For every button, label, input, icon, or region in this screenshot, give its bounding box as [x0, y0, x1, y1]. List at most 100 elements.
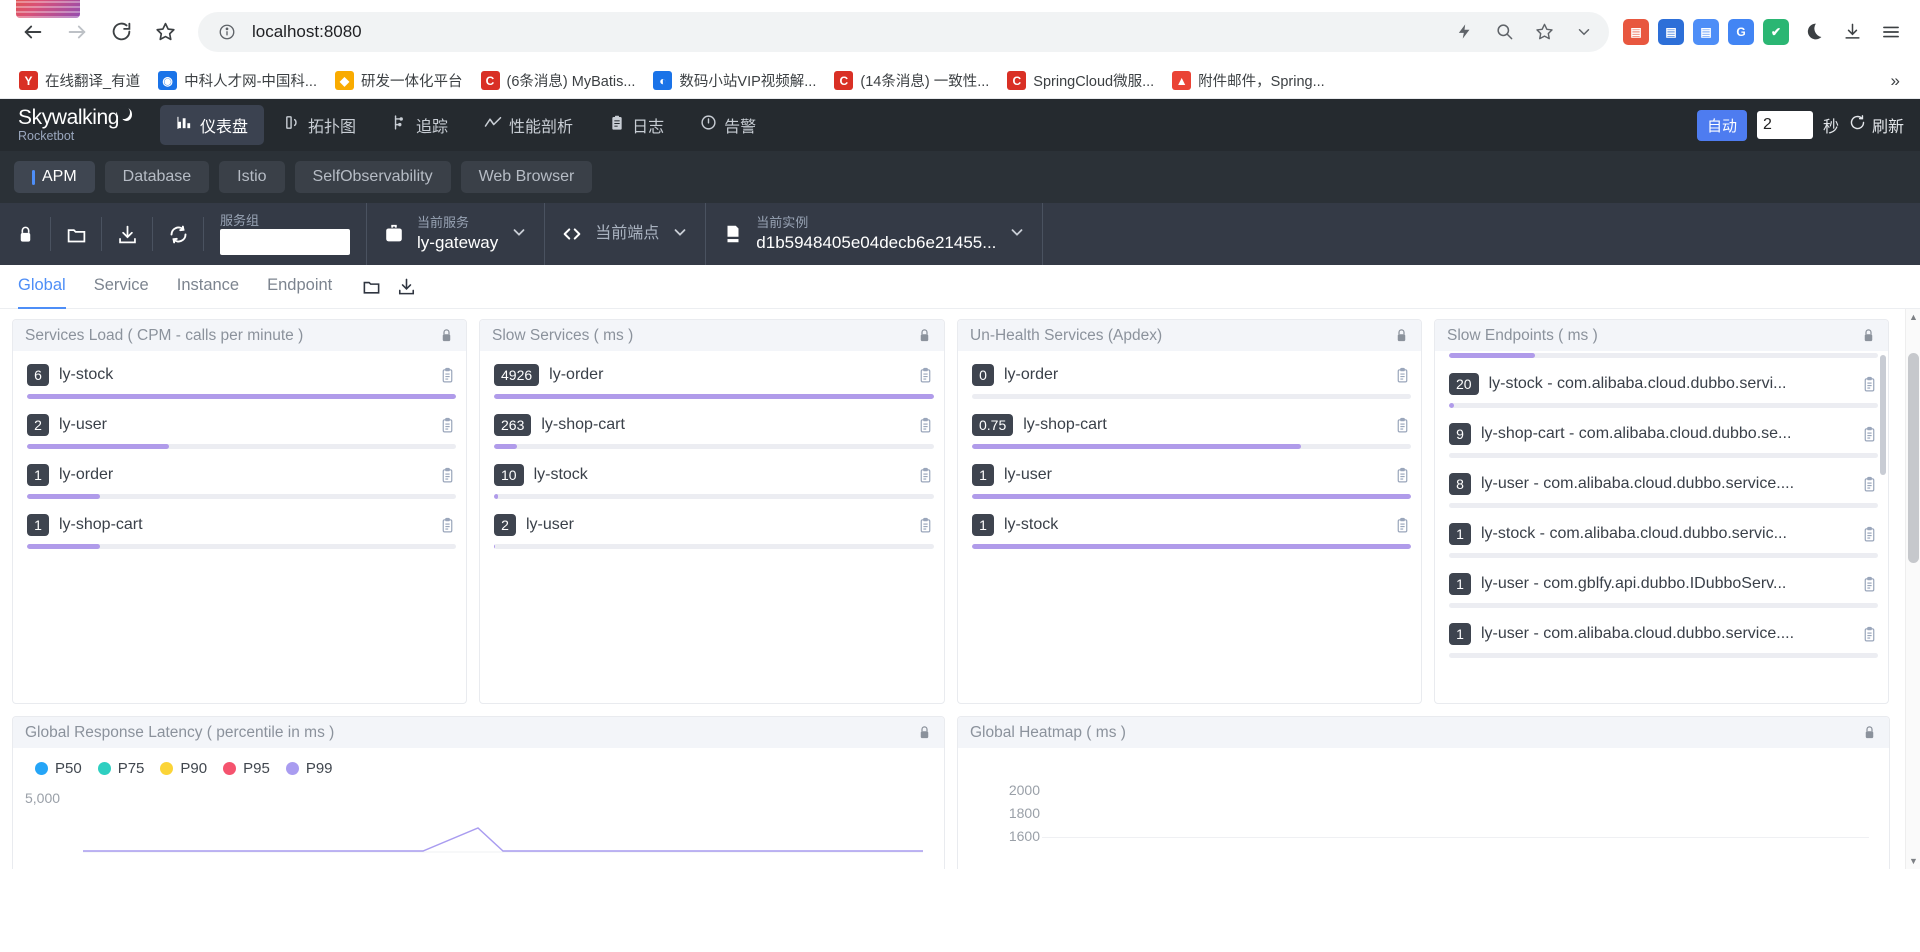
star-icon[interactable]: [1529, 17, 1559, 47]
service-group-input[interactable]: [220, 229, 350, 256]
list-item[interactable]: 2 ly-user: [27, 412, 456, 449]
reload-button[interactable]: [102, 13, 140, 51]
clipboard-copy-icon[interactable]: [439, 517, 456, 534]
lock-button[interactable]: [0, 203, 50, 265]
page-scrollbar[interactable]: ▲ ▼: [1905, 309, 1920, 869]
info-circle-icon[interactable]: [212, 17, 242, 47]
list-item[interactable]: 1 ly-stock: [972, 512, 1411, 549]
legend-item-p50[interactable]: P50: [35, 760, 82, 777]
download-icon[interactable]: [397, 277, 416, 296]
scope-tab-service[interactable]: Service: [94, 276, 149, 297]
refresh-interval-input[interactable]: [1756, 111, 1813, 139]
list-item[interactable]: 0.75 ly-shop-cart: [972, 412, 1411, 449]
clipboard-copy-icon[interactable]: [917, 367, 934, 384]
clipboard-copy-icon[interactable]: [1861, 526, 1878, 543]
tab-selfobservability[interactable]: SelfObservability: [294, 161, 451, 193]
clipboard-copy-icon[interactable]: [1394, 367, 1411, 384]
current-endpoint-selector[interactable]: 当前端点: [545, 203, 707, 265]
list-item[interactable]: 1 ly-user: [972, 462, 1411, 499]
lock-icon[interactable]: [917, 725, 932, 740]
tab-istio[interactable]: Istio: [219, 161, 285, 193]
list-item-clipped[interactable]: [1449, 351, 1878, 358]
clipboard-copy-icon[interactable]: [1394, 467, 1411, 484]
list-item[interactable]: 9 ly-shop-cart - com.alibaba.cloud.dubbo.…: [1449, 421, 1878, 458]
clipboard-copy-icon[interactable]: [1861, 626, 1878, 643]
clipboard-copy-icon[interactable]: [917, 467, 934, 484]
scope-tab-endpoint[interactable]: Endpoint: [267, 276, 332, 297]
bookmark-item[interactable]: ◐ 数码小站VIP视频解...: [646, 66, 823, 95]
tab-web-browser[interactable]: Web Browser: [460, 161, 593, 193]
service-group-selector[interactable]: 服务组: [204, 203, 367, 265]
chevron-down-icon[interactable]: [510, 223, 528, 246]
chevron-down-icon[interactable]: [1008, 223, 1026, 246]
clipboard-copy-icon[interactable]: [439, 467, 456, 484]
nav-item-topology[interactable]: 拓扑图: [268, 105, 372, 145]
bookmark-item[interactable]: ▲ 附件邮件，Spring...: [1165, 66, 1332, 95]
clipboard-copy-icon[interactable]: [1861, 376, 1878, 393]
bookmark-star-button[interactable]: [146, 13, 184, 51]
bookmark-item[interactable]: ◉ 中科人才网-中国科...: [151, 66, 324, 95]
clipboard-copy-icon[interactable]: [439, 367, 456, 384]
clipboard-copy-icon[interactable]: [1394, 517, 1411, 534]
scope-tab-global[interactable]: Global: [18, 276, 66, 309]
bookmark-item[interactable]: C SpringCloud微服...: [1000, 66, 1161, 95]
list-item[interactable]: 1 ly-user - com.alibaba.cloud.dubbo.servi…: [1449, 621, 1878, 658]
current-service-selector[interactable]: 当前服务 ly-gateway: [367, 203, 546, 265]
endpoint-scroll-area[interactable]: 20 ly-stock - com.alibaba.cloud.dubbo.ser…: [1435, 351, 1888, 703]
zoom-search-icon[interactable]: [1489, 17, 1519, 47]
scope-tab-instance[interactable]: Instance: [177, 276, 239, 297]
back-button[interactable]: [14, 13, 52, 51]
nav-item-trace[interactable]: 追踪: [376, 105, 464, 145]
menu-icon[interactable]: [1876, 17, 1906, 47]
bookmark-item[interactable]: C (14条消息) 一致性...: [827, 66, 996, 95]
bookmark-item[interactable]: ◆ 研发一体化平台: [328, 66, 470, 95]
list-item[interactable]: 1 ly-user - com.gblfy.api.dubbo.IDubboSer…: [1449, 571, 1878, 608]
reload-selector-button[interactable]: [153, 203, 203, 265]
lightning-icon[interactable]: [1449, 17, 1479, 47]
legend-item-p90[interactable]: P90: [160, 760, 207, 777]
nav-item-log[interactable]: 日志: [593, 105, 680, 145]
tab-apm[interactable]: APM: [14, 161, 95, 193]
legend-item-p99[interactable]: P99: [285, 760, 333, 777]
lock-icon[interactable]: [1862, 725, 1877, 740]
address-bar[interactable]: localhost:8080: [198, 11, 1609, 52]
current-instance-selector[interactable]: 当前实例 d1b5948405e04decb6e21455...: [706, 203, 1044, 265]
list-item[interactable]: 4926 ly-order: [494, 362, 934, 399]
lock-icon[interactable]: [917, 328, 932, 343]
moon-icon[interactable]: [1798, 17, 1828, 47]
lock-icon[interactable]: [439, 328, 454, 343]
tab-database[interactable]: Database: [104, 161, 210, 193]
folder-button[interactable]: [51, 203, 101, 265]
app-logo[interactable]: Skywalking Rocketbot: [16, 106, 132, 143]
scroll-down-arrow[interactable]: ▼: [1906, 853, 1920, 869]
bookmark-item[interactable]: C (6条消息) MyBatis...: [474, 66, 643, 95]
folder-icon[interactable]: [362, 277, 381, 296]
widget-body[interactable]: 20 ly-stock - com.alibaba.cloud.dubbo.ser…: [1435, 351, 1888, 703]
shield-extension-icon[interactable]: ✔: [1763, 18, 1789, 45]
google-translate-extension-icon[interactable]: G: [1728, 18, 1754, 45]
clipboard-copy-icon[interactable]: [1861, 426, 1878, 443]
nav-item-dashboard[interactable]: 仪表盘: [160, 105, 265, 145]
browser-tab-thumbnail[interactable]: [16, 0, 80, 18]
list-item[interactable]: 8 ly-user - com.alibaba.cloud.dubbo.servi…: [1449, 471, 1878, 508]
clipboard-copy-icon[interactable]: [1861, 576, 1878, 593]
legend-item-p75[interactable]: P75: [97, 760, 144, 777]
endpoint-scrollbar-thumb[interactable]: [1880, 355, 1886, 475]
bookmarks-overflow-button[interactable]: »: [1883, 69, 1908, 93]
auto-refresh-toggle[interactable]: 自动: [1696, 109, 1747, 141]
download-button[interactable]: [102, 203, 152, 265]
chevron-down-icon[interactable]: [671, 223, 689, 246]
download-icon[interactable]: [1837, 17, 1867, 47]
page-scrollbar-thumb[interactable]: [1908, 353, 1919, 563]
list-item[interactable]: 20 ly-stock - com.alibaba.cloud.dubbo.ser…: [1449, 371, 1878, 408]
red-grid-extension-icon[interactable]: ▤: [1623, 18, 1649, 45]
chevron-down-icon[interactable]: [1569, 17, 1599, 47]
clipboard-copy-icon[interactable]: [1861, 476, 1878, 493]
clipboard-copy-icon[interactable]: [439, 417, 456, 434]
lock-icon[interactable]: [1861, 328, 1876, 343]
clipboard-copy-icon[interactable]: [1394, 417, 1411, 434]
list-item[interactable]: 2 ly-user: [494, 512, 934, 549]
list-item[interactable]: 10 ly-stock: [494, 462, 934, 499]
list-item[interactable]: 0 ly-order: [972, 362, 1411, 399]
list-item[interactable]: 1 ly-shop-cart: [27, 512, 456, 549]
